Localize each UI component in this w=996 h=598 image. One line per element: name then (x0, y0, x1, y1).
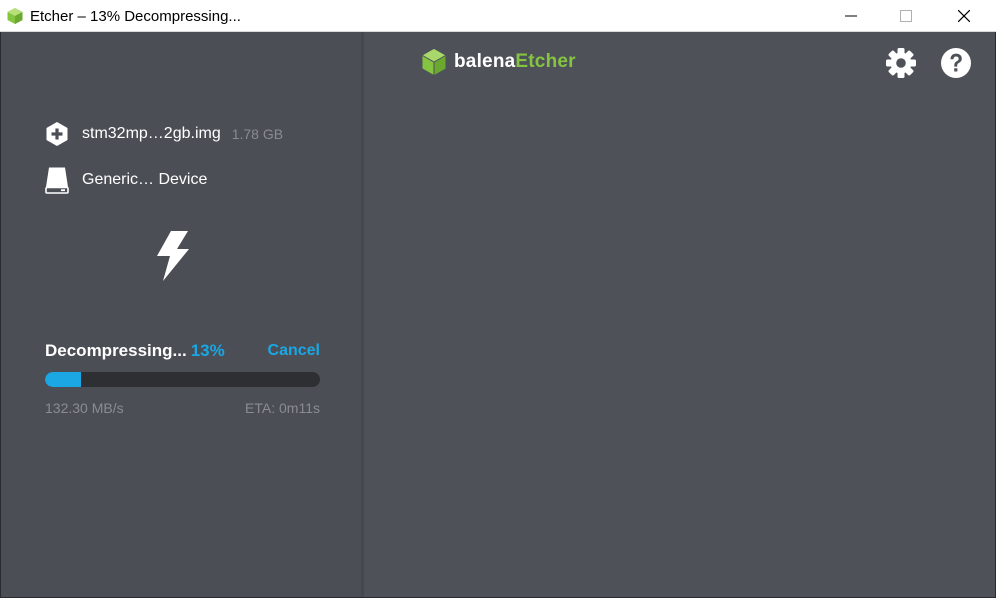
transfer-speed: 132.30 MB/s (45, 400, 124, 416)
etcher-app-icon (7, 8, 23, 24)
target-drive-row: Generic… Device (44, 167, 207, 194)
progress-percent: 13% (190, 341, 225, 360)
gear-icon (886, 48, 916, 78)
progress-bar (45, 372, 320, 387)
logo-text: balenaEtcher (454, 51, 576, 73)
help-button[interactable] (939, 46, 973, 80)
flash-stats: 132.30 MB/s ETA: 0m11s (45, 400, 320, 418)
plus-hexagon-icon (44, 121, 70, 147)
lightning-bolt-icon (157, 231, 189, 281)
source-image-row: stm32mp…2gb.img 1.78 GB (44, 121, 283, 147)
source-image-name[interactable]: stm32mp…2gb.img (82, 125, 221, 143)
help-icon (941, 48, 971, 78)
progress-bar-fill (45, 372, 81, 387)
status-text: Decompressing... (45, 341, 187, 360)
flash-panel (1, 32, 361, 597)
logo-text-etcher: Etcher (515, 51, 576, 72)
balena-cube-icon (422, 49, 446, 75)
source-image-size: 1.78 GB (231, 126, 284, 142)
eta-label: ETA: 0m11s (245, 400, 320, 416)
settings-button[interactable] (884, 46, 918, 80)
close-button[interactable] (941, 0, 987, 32)
balena-etcher-logo: balenaEtcher (421, 48, 576, 76)
maximize-icon (900, 10, 912, 22)
target-drive-name[interactable]: Generic… Device (82, 171, 207, 189)
logo-text-balena: balena (454, 51, 516, 72)
preview-panel (364, 32, 995, 597)
flash-status-row: Decompressing... 13% Cancel (45, 341, 320, 363)
close-icon (958, 10, 970, 22)
minimize-button[interactable] (828, 0, 874, 32)
cancel-button[interactable]: Cancel (268, 342, 320, 360)
maximize-button[interactable] (883, 0, 929, 32)
title-bar: Etcher – 13% Decompressing... (0, 0, 996, 32)
window-title: Etcher – 13% Decompressing... (30, 8, 241, 25)
minimize-icon (845, 15, 857, 17)
drive-icon (44, 167, 70, 194)
status-label: Decompressing... 13% (45, 341, 225, 361)
